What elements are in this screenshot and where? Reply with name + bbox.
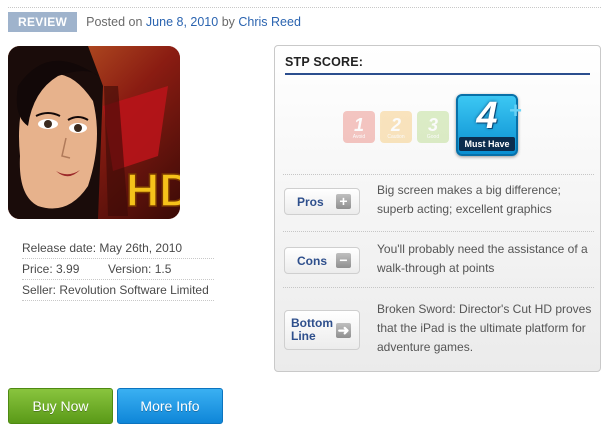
minus-icon: −: [336, 253, 351, 268]
cons-label: Cons: [297, 253, 327, 268]
bottom-line-text: Broken Sword: Director's Cut HD proves t…: [377, 302, 592, 354]
top-divider: [8, 7, 601, 8]
divider: [283, 231, 594, 232]
author-link[interactable]: Chris Reed: [238, 15, 301, 29]
rating-scale: 1 Avoid 2 Caution 3 Good 4 + Must Have: [341, 94, 531, 158]
divider: [283, 174, 594, 175]
rating-4-must-have-icon: 4 + Must Have: [456, 94, 522, 156]
plus-icon: +: [509, 98, 522, 123]
cons-button[interactable]: Cons −: [284, 247, 360, 274]
rating-3-icon: 3 Good: [417, 111, 449, 143]
posted-prefix: Posted on: [86, 15, 143, 29]
release-date: Release date: May 26th, 2010: [22, 238, 214, 259]
rating-1-icon: 1 Avoid: [343, 111, 375, 143]
rating-label: Must Have: [459, 137, 515, 151]
score-title: STP SCORE:: [285, 55, 590, 75]
rating-2-icon: 2 Caution: [380, 111, 412, 143]
pros-text: Big screen makes a big difference; super…: [377, 183, 561, 216]
score-panel: STP SCORE: 1 Avoid 2 Caution 3 Good 4 + Mus…: [274, 45, 601, 372]
rating-number: 4: [476, 95, 498, 137]
pros-button[interactable]: Pros +: [284, 188, 360, 215]
arrow-right-icon: ➜: [336, 321, 351, 338]
more-info-button[interactable]: More Info: [117, 388, 223, 424]
app-icon[interactable]: HD: [8, 46, 180, 219]
price-version-row: Price: 3.99 Version: 1.5: [22, 259, 214, 280]
divider: [283, 287, 594, 288]
app-icon-artwork: HD: [8, 46, 180, 219]
post-date-link[interactable]: June 8, 2010: [146, 15, 218, 29]
review-badge[interactable]: REVIEW: [8, 12, 78, 32]
bottom-line-button[interactable]: Bottom Line ➜: [284, 310, 360, 350]
pros-label: Pros: [297, 194, 324, 209]
plus-icon: +: [336, 194, 351, 209]
app-icon-hd-label: HD: [126, 164, 180, 216]
bottom-line-label: Bottom Line: [291, 316, 333, 343]
by-text: by: [221, 15, 235, 29]
buy-now-button[interactable]: Buy Now: [8, 388, 113, 424]
post-meta: REVIEW Posted on June 8, 2010 by Chris R…: [8, 12, 301, 32]
seller: Seller: Revolution Software Limited: [22, 280, 214, 301]
app-info: Release date: May 26th, 2010 Price: 3.99…: [22, 238, 214, 301]
cons-text: You'll probably need the assistance of a…: [377, 242, 588, 275]
price: Price: 3.99: [22, 262, 80, 276]
version: Version: 1.5: [108, 262, 172, 276]
